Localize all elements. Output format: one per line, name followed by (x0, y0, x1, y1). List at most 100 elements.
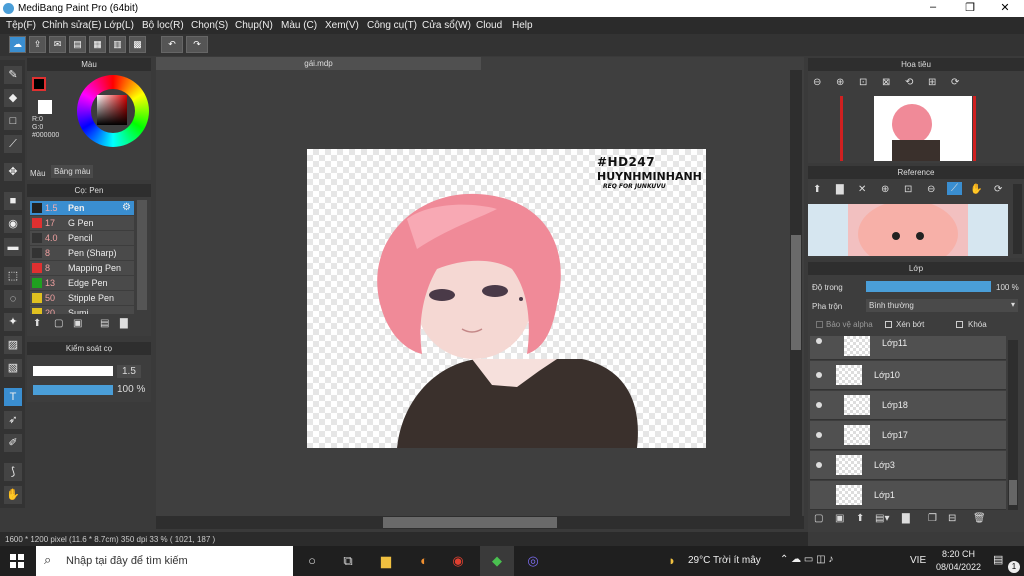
ref-zoom-out-icon[interactable]: ⊖ (927, 184, 935, 195)
actual-size-icon[interactable]: ⊠ (882, 77, 890, 88)
tray-icons[interactable]: ⌃ ☁ ▭ ◫ ♪ (780, 554, 833, 565)
color-wheel[interactable] (77, 75, 149, 147)
zoom-out-icon[interactable]: ⊖ (813, 77, 821, 88)
layer-row[interactable]: Lớp18 (810, 391, 1006, 420)
flip-icon[interactable]: ⊞ (928, 77, 936, 88)
brush-menu-icon[interactable]: ▣ (73, 318, 82, 329)
divide-tool-icon[interactable]: ✐ (4, 434, 22, 452)
brush-item[interactable]: 8 Pen (Sharp) (30, 246, 134, 260)
redo-icon[interactable]: ↷ (186, 36, 208, 53)
visibility-eye-icon[interactable] (816, 432, 822, 438)
layer-row[interactable]: Lớp10 (810, 361, 1006, 390)
navigator-thumbnail[interactable] (874, 96, 972, 161)
new-layer-icon[interactable]: ▢ (814, 513, 823, 524)
menu-filter[interactable]: Bộ lọc(R) (142, 20, 184, 31)
layer-row[interactable]: Lớp11 (810, 336, 1006, 360)
hand-tool-icon[interactable]: ✋ (4, 486, 22, 504)
visibility-eye-icon[interactable] (816, 402, 822, 408)
clock-time[interactable]: 8:20 CH (942, 549, 975, 559)
brush-size-value[interactable]: 1.5 (117, 365, 141, 378)
layer-row[interactable]: Lớp17 (810, 421, 1006, 450)
close-button[interactable]: ✕ (990, 1, 1020, 16)
cloud-icon[interactable]: ☁ (9, 36, 26, 53)
menu-window[interactable]: Cửa sổ(W) (422, 20, 471, 31)
share-icon[interactable]: ⇪ (29, 36, 46, 53)
grid-icon[interactable]: ▩ (129, 36, 146, 53)
select-brush-icon[interactable]: ▨ (4, 336, 22, 354)
brush-item[interactable]: 17 G Pen (30, 216, 134, 230)
medibang-taskbar-button[interactable]: ◆ (480, 546, 514, 576)
new-halftone-layer-icon[interactable]: ▣ (835, 513, 844, 524)
pages-icon[interactable]: ▥ (109, 36, 126, 53)
brush-opacity-slider[interactable] (33, 385, 113, 395)
ref-zoom-in-icon[interactable]: ⊕ (881, 184, 889, 195)
dot-tool-icon[interactable]: □ (4, 112, 22, 130)
layer-opacity-slider[interactable] (866, 281, 991, 292)
eraser-tool-icon[interactable]: ◆ (4, 89, 22, 107)
menu-file[interactable]: Tệp(F) (6, 20, 36, 31)
brush-settings-icon[interactable]: ⚙ (122, 202, 131, 213)
brush-list-scrollbar[interactable] (137, 200, 147, 310)
import-layer-icon[interactable]: ⬆ (856, 513, 864, 524)
bucket-tool-icon[interactable]: ◉ (4, 215, 22, 233)
add-brush-icon[interactable]: ⬆ (33, 318, 41, 329)
fit-icon[interactable]: ⊡ (859, 77, 867, 88)
weather-text[interactable]: 29°C Trời ít mây (688, 555, 761, 566)
visibility-eye-icon[interactable] (816, 338, 822, 344)
open-reference-icon[interactable]: ⬆ (813, 184, 821, 195)
horizontal-scrollbar[interactable] (156, 516, 804, 529)
rotate-left-icon[interactable]: ⟲ (905, 77, 913, 88)
saturation-square[interactable] (97, 95, 127, 125)
comment-icon[interactable]: ✉ (49, 36, 66, 53)
brush-item[interactable]: 1.5 Pen ⚙ (30, 201, 134, 215)
windows-start-icon[interactable] (10, 554, 24, 568)
cortana-icon[interactable]: ○ (304, 553, 320, 569)
move-tool-icon[interactable]: ✥ (4, 163, 22, 181)
layer-folder-icon[interactable]: ▇ (902, 513, 910, 524)
eyedropper-icon[interactable]: ⟆ (4, 463, 22, 481)
menu-view[interactable]: Xem(V) (325, 20, 359, 31)
tab-palette[interactable]: Bảng màu (51, 165, 94, 178)
task-view-icon[interactable]: ⧉ (340, 553, 356, 569)
vertical-scrollbar[interactable] (790, 70, 802, 516)
language-indicator[interactable]: VIE (910, 555, 926, 566)
layer-row[interactable]: Lớp1 (810, 481, 1006, 510)
brush-copy-icon[interactable]: ▤ (100, 318, 109, 329)
brush-folder-icon[interactable]: ▇ (120, 318, 128, 329)
reference-image[interactable] (808, 204, 1008, 256)
visibility-eye-icon[interactable] (816, 372, 822, 378)
select-pen-icon[interactable]: ⟋ (4, 135, 22, 153)
lasso-select-icon[interactable]: ◌ (4, 290, 22, 308)
menu-layer[interactable]: Lớp(L) (104, 20, 134, 31)
layer-menu-icon[interactable]: ▤▾ (875, 513, 889, 524)
minimize-button[interactable]: – (918, 1, 948, 16)
brush-item[interactable]: 50 Stipple Pen (30, 291, 134, 305)
protect-alpha-checkbox[interactable] (816, 321, 823, 328)
brush-tool-icon[interactable]: ✎ (4, 66, 22, 84)
brush-item[interactable]: 4.0 Pencil (30, 231, 134, 245)
layer-row[interactable]: Lớp3 (810, 451, 1006, 480)
rotate-right-icon[interactable]: ⟳ (951, 77, 959, 88)
magic-wand-icon[interactable]: ✦ (4, 313, 22, 331)
menu-tools[interactable]: Công cụ(T) (367, 20, 417, 31)
reference-scrollbar[interactable] (1013, 184, 1022, 254)
clipping-checkbox[interactable] (885, 321, 892, 328)
shape-tool-icon[interactable]: ■ (4, 192, 22, 210)
text-tool-icon[interactable]: T (4, 388, 22, 406)
operation-tool-icon[interactable]: ➶ (4, 411, 22, 429)
delete-layer-icon[interactable]: 🗑 (973, 513, 986, 524)
menu-help[interactable]: Help (512, 20, 533, 31)
close-reference-icon[interactable]: ✕ (858, 184, 866, 195)
select-eraser-icon[interactable]: ▧ (4, 359, 22, 377)
menu-select[interactable]: Chọn(S) (191, 20, 228, 31)
gradient-tool-icon[interactable]: ▬ (4, 238, 22, 256)
file-explorer-icon[interactable]: ▆ (378, 553, 394, 569)
menu-cloud[interactable]: Cloud (476, 20, 502, 31)
menu-capture[interactable]: Chụp(N) (235, 20, 273, 31)
document-icon[interactable]: ▦ (89, 36, 106, 53)
tab-color[interactable]: Màu (30, 169, 46, 178)
layer-list-scrollbar[interactable] (1008, 340, 1018, 510)
ref-fit-icon[interactable]: ⊡ (904, 184, 912, 195)
menu-color[interactable]: Màu (C) (281, 20, 317, 31)
chrome-icon[interactable]: ◉ (450, 553, 466, 569)
